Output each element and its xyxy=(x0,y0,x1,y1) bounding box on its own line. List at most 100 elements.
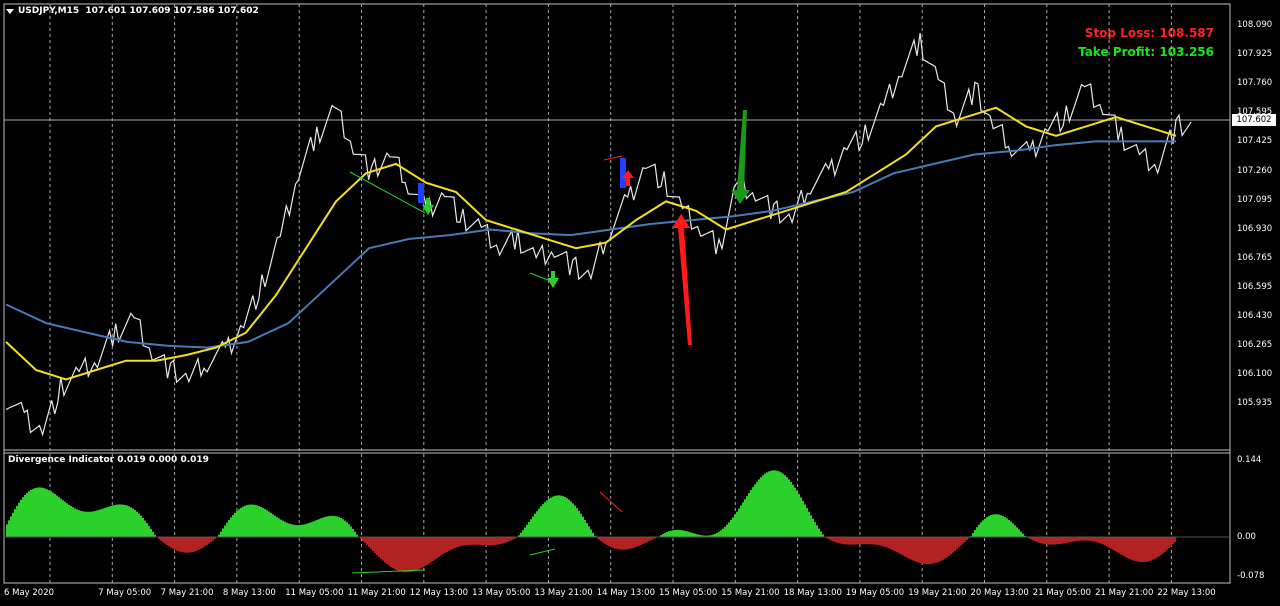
histogram-bar xyxy=(1052,537,1054,545)
histogram-bar xyxy=(348,524,350,537)
histogram-bar xyxy=(1120,537,1122,555)
histogram-bar xyxy=(178,537,180,552)
histogram-bar xyxy=(896,537,898,553)
histogram-bar xyxy=(38,487,40,537)
histogram-bar xyxy=(812,518,814,537)
histogram-bar xyxy=(1106,537,1108,547)
histogram-bar xyxy=(788,479,790,537)
time-tick: 14 May 13:00 xyxy=(596,588,655,598)
histogram-bar xyxy=(264,509,266,537)
histogram-bar xyxy=(428,537,430,564)
histogram-bar xyxy=(1098,537,1100,543)
histogram-bar xyxy=(196,537,198,551)
histogram-bar xyxy=(614,537,616,549)
chart-canvas[interactable] xyxy=(0,0,1280,606)
histogram-bar xyxy=(258,506,260,537)
histogram-bar xyxy=(144,520,146,537)
histogram-bar xyxy=(1104,537,1106,546)
histogram-bar xyxy=(1036,537,1038,542)
histogram-bar xyxy=(854,537,856,545)
histogram-bar xyxy=(394,537,396,570)
histogram-bar xyxy=(160,537,162,541)
price-series xyxy=(5,33,1192,437)
histogram-bar xyxy=(320,518,322,537)
signal-bar-icon xyxy=(620,158,626,188)
histogram-bar xyxy=(990,515,992,537)
chart-window[interactable]: USDJPY,M15 107.601 107.609 107.586 107.6… xyxy=(0,0,1280,606)
histogram-bar xyxy=(1080,537,1082,541)
histogram-bar xyxy=(644,537,646,544)
histogram-bar xyxy=(610,537,612,548)
histogram-bar xyxy=(840,537,842,544)
histogram-bar xyxy=(426,537,428,565)
histogram-bar xyxy=(460,537,462,547)
histogram-bar xyxy=(1014,525,1016,537)
histogram-bar xyxy=(498,537,500,545)
histogram-bar xyxy=(188,537,190,553)
histogram-bar xyxy=(318,519,320,537)
histogram-bar xyxy=(948,537,950,556)
histogram-bar xyxy=(120,504,122,537)
histogram-bar xyxy=(8,520,10,537)
histogram-bar xyxy=(32,488,34,537)
time-tick: 11 May 21:00 xyxy=(347,588,406,598)
histogram-bar xyxy=(62,500,64,537)
histogram-bar xyxy=(1158,537,1160,557)
time-tick: 19 May 21:00 xyxy=(908,588,967,598)
histogram-bar xyxy=(1160,537,1162,556)
histogram-bar xyxy=(106,507,108,537)
histogram-bar xyxy=(374,537,376,553)
histogram-bar xyxy=(274,515,276,537)
histogram-bar xyxy=(322,517,324,537)
histogram-bar xyxy=(794,487,796,537)
histogram-bar xyxy=(466,537,468,546)
histogram-bar xyxy=(548,498,550,537)
histogram-bar xyxy=(538,508,540,537)
histogram-bar xyxy=(1134,537,1136,561)
histogram-bar xyxy=(1130,537,1132,560)
histogram-bar xyxy=(1100,537,1102,544)
histogram-bar xyxy=(1138,537,1140,562)
histogram-bar xyxy=(152,531,154,537)
histogram-bar xyxy=(572,503,574,537)
histogram-bar xyxy=(444,537,446,554)
histogram-bar xyxy=(1018,529,1020,537)
histogram-bar xyxy=(792,484,794,537)
histogram-bar xyxy=(294,524,296,537)
histogram-bar xyxy=(1056,537,1058,545)
histogram-bar xyxy=(46,489,48,537)
histogram-bar xyxy=(458,537,460,547)
histogram-bar xyxy=(576,508,578,537)
histogram-bar xyxy=(1110,537,1112,549)
histogram-bar xyxy=(326,516,328,537)
time-tick: 13 May 21:00 xyxy=(534,588,593,598)
histogram-bar xyxy=(6,524,8,537)
histogram-bar xyxy=(750,490,752,537)
histogram-bar xyxy=(486,537,488,546)
histogram-bar xyxy=(580,513,582,537)
histogram-bar xyxy=(308,523,310,537)
histogram-bar xyxy=(172,537,174,549)
histogram-bar xyxy=(872,537,874,545)
histogram-bar xyxy=(898,537,900,554)
histogram-bar xyxy=(392,537,394,569)
histogram-bar xyxy=(388,537,390,566)
time-tick: 21 May 21:00 xyxy=(1095,588,1154,598)
histogram-bar xyxy=(366,537,368,545)
histogram-bar xyxy=(268,511,270,537)
histogram-bar xyxy=(1012,523,1014,537)
histogram-bar xyxy=(262,507,264,537)
histogram-bar xyxy=(564,496,566,537)
histogram-bar xyxy=(508,537,510,542)
histogram-bar xyxy=(528,522,530,537)
time-tick: 7 May 05:00 xyxy=(98,588,152,598)
histogram-bar xyxy=(920,537,922,564)
histogram-bar xyxy=(352,528,354,537)
histogram-bar xyxy=(1152,537,1154,560)
histogram-bar xyxy=(422,537,424,568)
histogram-bar xyxy=(136,511,138,537)
histogram-bar xyxy=(204,537,206,547)
histogram-bar xyxy=(962,537,964,544)
histogram-bar xyxy=(336,516,338,537)
histogram-bar xyxy=(94,511,96,537)
